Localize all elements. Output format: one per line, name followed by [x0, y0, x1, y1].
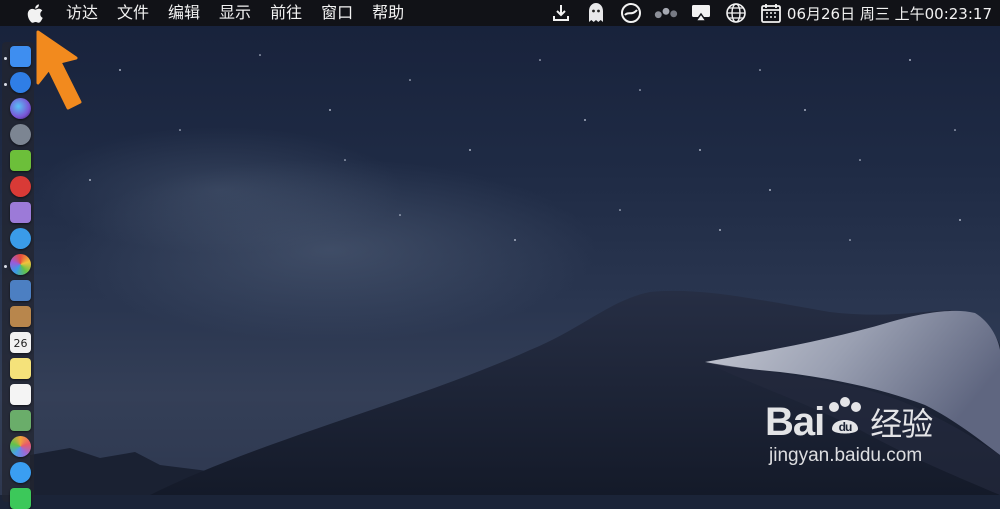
globe-icon[interactable]	[724, 2, 748, 24]
android-icon[interactable]	[10, 150, 31, 171]
menu-clock[interactable]: 06月26日 周三 上午00:23:17	[787, 3, 992, 24]
menu-finder[interactable]: 访达	[66, 0, 98, 26]
finder-icon[interactable]	[10, 46, 31, 67]
running-indicator	[4, 265, 7, 268]
arrow-pointer-icon	[36, 30, 82, 110]
watermark-brand-suffix: 经验	[870, 406, 933, 442]
status-menu-area: 06月26日 周三 上午00:23:17	[538, 0, 992, 26]
facetime-icon[interactable]	[10, 488, 31, 509]
menu-help[interactable]: 帮助	[372, 0, 404, 26]
watermark-brand-text: Bai	[765, 400, 825, 444]
maps-icon[interactable]	[10, 410, 31, 431]
notes-icon[interactable]	[10, 358, 31, 379]
download-icon[interactable]	[549, 2, 573, 24]
menu-bar: 访达 文件 编辑 显示 前往 窗口 帮助 06月26日 周三 上午00:23:1…	[0, 0, 1000, 26]
apple-icon[interactable]	[22, 0, 48, 26]
app-store-icon[interactable]	[10, 72, 31, 93]
siri-icon[interactable]	[10, 98, 31, 119]
menu-go[interactable]: 前往	[270, 0, 302, 26]
menu-edit[interactable]: 编辑	[168, 0, 200, 26]
red-app-icon[interactable]	[10, 176, 31, 197]
color-wheel-icon[interactable]	[10, 254, 31, 275]
messages-icon[interactable]	[10, 462, 31, 483]
purple-app-icon[interactable]	[10, 202, 31, 223]
notebook-icon[interactable]	[10, 306, 31, 327]
paw-icon: du	[824, 395, 870, 445]
safari-icon[interactable]	[10, 228, 31, 249]
preview-icon[interactable]	[10, 280, 31, 301]
watermark-brand: Bai du 经验	[765, 395, 933, 445]
calendar-icon[interactable]	[759, 2, 783, 24]
reminders-icon[interactable]	[10, 384, 31, 405]
launchpad-icon[interactable]	[10, 124, 31, 145]
screen-mirror-icon[interactable]	[689, 2, 713, 24]
dock: 26	[2, 42, 34, 509]
menu-file[interactable]: 文件	[117, 0, 149, 26]
calendar-app-icon[interactable]: 26	[10, 332, 31, 353]
running-indicator	[4, 57, 7, 60]
photos-icon[interactable]	[10, 436, 31, 457]
menu-window[interactable]: 窗口	[321, 0, 353, 26]
watermark-site: jingyan.baidu.com	[769, 445, 923, 466]
dots-icon[interactable]	[654, 2, 678, 24]
running-indicator	[4, 83, 7, 86]
stars	[89, 54, 961, 241]
svg-text:du: du	[839, 420, 852, 434]
ghost-icon[interactable]	[584, 2, 608, 24]
baidu-watermark: Bai du 经验 jingyan.baidu.com	[765, 385, 990, 475]
menu-view[interactable]: 显示	[219, 0, 251, 26]
sync-icon[interactable]	[619, 2, 643, 24]
